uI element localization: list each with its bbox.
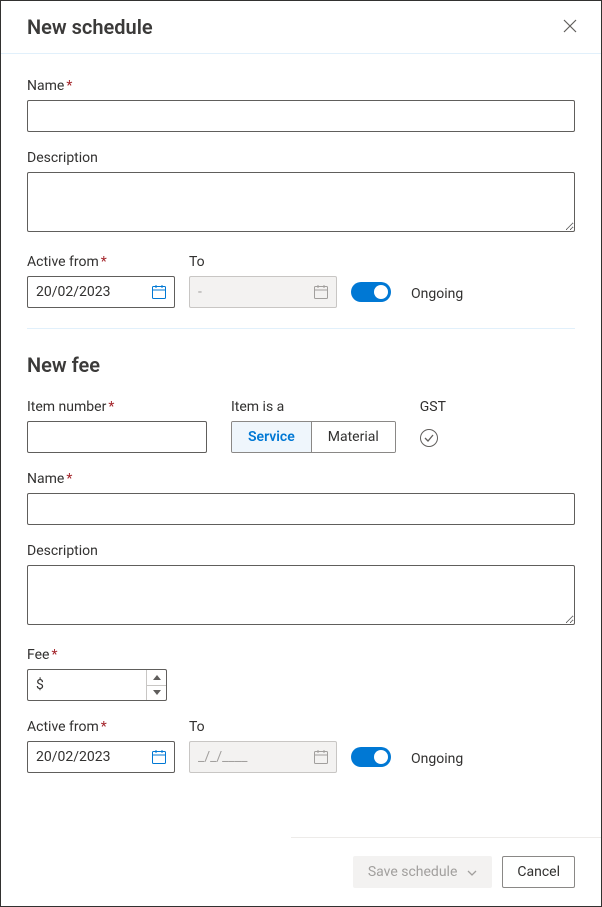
schedule-name-label: Name* xyxy=(27,78,575,94)
required-marker: * xyxy=(108,399,114,415)
item-is-field: Item is a Service Material xyxy=(231,399,396,453)
fee-active-from-field: Active from* 20/02/2023 xyxy=(27,719,175,773)
schedule-description-input[interactable] xyxy=(27,172,575,232)
item-is-segmented: Service Material xyxy=(231,421,396,453)
calendar-icon xyxy=(306,277,336,307)
schedule-active-row: Active from* 20/02/2023 To - Ong xyxy=(27,254,575,308)
item-number-field: Item number* xyxy=(27,399,207,453)
schedule-ongoing-toggle[interactable] xyxy=(351,282,391,302)
schedule-name-field: Name* xyxy=(27,78,575,132)
fee-name-input[interactable] xyxy=(27,493,575,525)
required-marker: * xyxy=(66,78,72,94)
modal-header: New schedule xyxy=(1,1,601,54)
fee-ongoing-toggle[interactable] xyxy=(351,747,391,767)
schedule-active-from-input[interactable]: 20/02/2023 xyxy=(27,276,175,308)
modal-footer: Save schedule Cancel xyxy=(291,837,601,906)
schedule-to-value: - xyxy=(190,284,306,300)
required-marker: * xyxy=(51,647,57,663)
fee-to-value: _/_/____ xyxy=(190,749,306,765)
fee-active-row: Active from* 20/02/2023 To _/_/____ xyxy=(27,719,575,773)
item-is-label: Item is a xyxy=(231,399,396,415)
fee-active-from-label: Active from* xyxy=(27,719,175,735)
gst-field: GST xyxy=(420,399,446,453)
fee-description-input[interactable] xyxy=(27,565,575,625)
fee-amount-label: Fee* xyxy=(27,647,575,663)
fee-ongoing-label: Ongoing xyxy=(411,751,463,767)
fee-description-label: Description xyxy=(27,543,575,559)
calendar-icon[interactable] xyxy=(144,277,174,307)
modal-title: New schedule xyxy=(27,15,153,39)
gst-checkbox[interactable] xyxy=(420,429,438,447)
schedule-to-label: To xyxy=(189,254,337,270)
calendar-icon[interactable] xyxy=(144,742,174,772)
close-icon xyxy=(563,19,577,33)
schedule-description-field: Description xyxy=(27,150,575,236)
fee-description-field: Description xyxy=(27,543,575,629)
chevron-up-icon xyxy=(153,675,161,680)
item-number-input[interactable] xyxy=(27,421,207,453)
schedule-name-input[interactable] xyxy=(27,100,575,132)
close-button[interactable] xyxy=(563,19,579,35)
fee-to-field: To _/_/____ xyxy=(189,719,337,773)
fee-to-label: To xyxy=(189,719,337,735)
gst-label: GST xyxy=(420,399,446,415)
fee-name-label: Name* xyxy=(27,471,575,487)
schedule-active-from-label: Active from* xyxy=(27,254,175,270)
fee-amount-field: Fee* $ xyxy=(27,647,575,701)
fee-currency-prefix: $ xyxy=(28,677,52,693)
chevron-down-icon xyxy=(467,864,477,880)
required-marker: * xyxy=(101,254,107,270)
schedule-to-input: - xyxy=(189,276,337,308)
schedule-active-from-value: 20/02/2023 xyxy=(28,284,144,300)
section-divider xyxy=(27,328,575,329)
schedule-ongoing-label: Ongoing xyxy=(411,286,463,302)
schedule-to-field: To - xyxy=(189,254,337,308)
calendar-icon xyxy=(306,742,336,772)
fee-to-input: _/_/____ xyxy=(189,741,337,773)
cancel-button[interactable]: Cancel xyxy=(502,856,575,888)
fee-step-down[interactable] xyxy=(147,686,166,701)
item-is-material-button[interactable]: Material xyxy=(311,422,395,452)
required-marker: * xyxy=(66,471,72,487)
fee-active-from-input[interactable]: 20/02/2023 xyxy=(27,741,175,773)
fee-name-field: Name* xyxy=(27,471,575,525)
fee-top-row: Item number* Item is a Service Material … xyxy=(27,399,575,453)
item-number-label: Item number* xyxy=(27,399,207,415)
new-schedule-modal: New schedule Name* Description Active fr… xyxy=(0,0,602,907)
chevron-down-icon xyxy=(153,690,161,695)
item-is-service-button[interactable]: Service xyxy=(232,422,311,452)
save-schedule-button[interactable]: Save schedule xyxy=(353,856,493,888)
fee-amount-input[interactable]: $ xyxy=(27,669,167,701)
new-fee-title: New fee xyxy=(27,353,575,377)
fee-stepper xyxy=(146,670,166,700)
schedule-description-label: Description xyxy=(27,150,575,166)
modal-body[interactable]: Name* Description Active from* 20/02/202… xyxy=(1,54,601,837)
fee-step-up[interactable] xyxy=(147,670,166,686)
fee-active-from-value: 20/02/2023 xyxy=(28,749,144,765)
checkmark-icon xyxy=(424,433,434,443)
required-marker: * xyxy=(101,719,107,735)
schedule-active-from-field: Active from* 20/02/2023 xyxy=(27,254,175,308)
